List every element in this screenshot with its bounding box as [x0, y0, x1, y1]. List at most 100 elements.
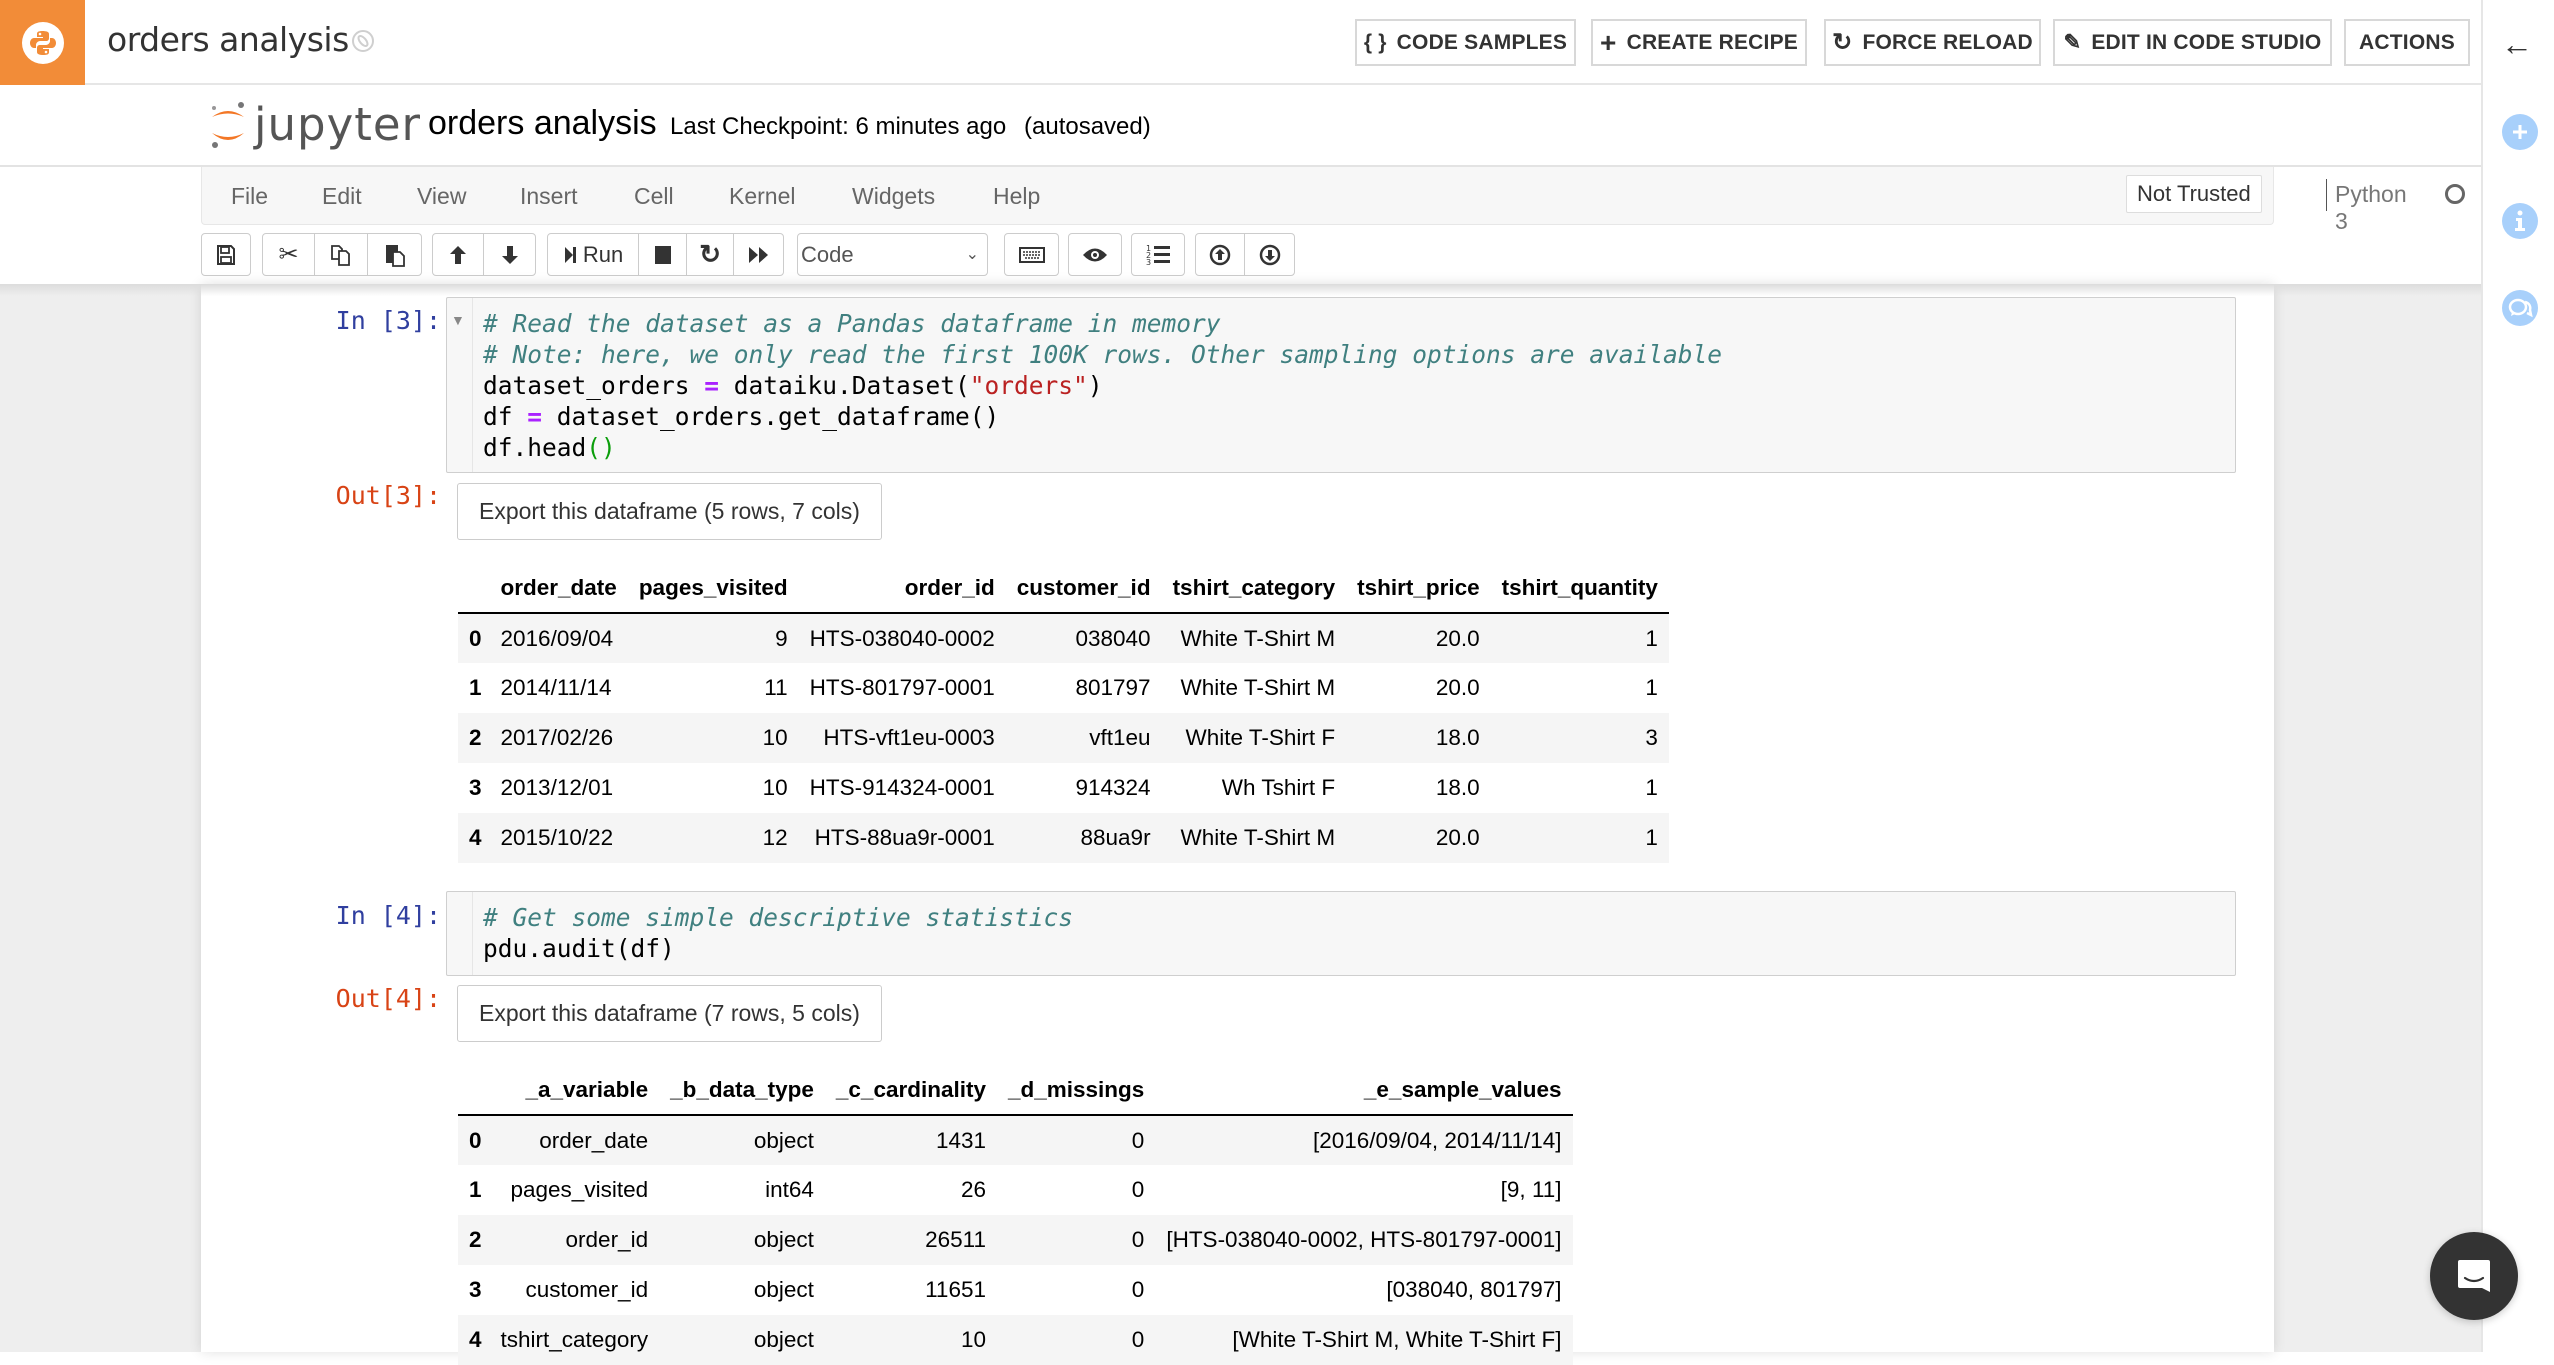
jupyter-logo-icon — [212, 102, 244, 148]
code-samples-button[interactable]: { } CODE SAMPLES — [1355, 19, 1576, 66]
plus-icon: + — [1600, 26, 1617, 58]
table-cell: 0 — [1131, 1327, 1145, 1352]
copy-icon[interactable] — [315, 234, 368, 275]
chat-widget-button[interactable] — [2430, 1232, 2518, 1320]
paste-icon[interactable] — [368, 234, 421, 275]
table-cell: [9, 11] — [1500, 1177, 1562, 1202]
table-cell: 1 — [1645, 625, 1658, 651]
table-cell: 26 — [960, 1177, 986, 1202]
in-prompt: In [3]: — [335, 306, 441, 335]
code-editor[interactable]: # Read the dataset as a Pandas dataframe… — [483, 308, 1722, 463]
table-row: 3 customer_id object 11651 0 [038040, 801797] — [458, 1265, 1573, 1315]
table-cell: [HTS-038040-0002, HTS-801797-0001] — [1166, 1227, 1562, 1252]
export-dataframe-button[interactable]: Export this dataframe (5 rows, 7 cols) — [457, 483, 882, 540]
collapse-triangle-icon[interactable]: ▼ — [451, 312, 465, 328]
dataframe-table: order_date pages_visited order_id customer_… — [458, 563, 1669, 863]
column-header: tshirt_category — [1161, 563, 1347, 614]
collapse-gutter[interactable]: ▼ — [447, 298, 473, 472]
menu-file[interactable]: File — [231, 183, 268, 210]
code-editor[interactable]: # Get some simple descriptive statistics… — [483, 902, 1073, 964]
out-prompt: Out[4]: — [335, 984, 441, 1013]
python-notebook-logo[interactable] — [0, 0, 85, 85]
table-cell: customer_id — [525, 1277, 649, 1302]
back-arrow-icon[interactable]: ← — [2501, 26, 2533, 63]
keyboard-icon[interactable] — [1005, 234, 1058, 275]
column-header — [458, 1065, 490, 1116]
code-line: pdu.audit(df) — [483, 933, 1073, 964]
notebook-name[interactable]: orders analysis — [428, 104, 657, 143]
code-line: # Get some simple descriptive statistics — [483, 902, 1073, 933]
button-label: EDIT IN CODE STUDIO — [2091, 30, 2322, 54]
move-down-icon[interactable] — [484, 234, 535, 275]
menu-view[interactable]: View — [417, 183, 466, 210]
table-cell: 26511 — [925, 1227, 986, 1252]
table-row: 0 order_date object 1431 0 [2016/09/04, 2014/… — [458, 1115, 1573, 1165]
table-cell: order_id — [565, 1227, 649, 1252]
menu-kernel[interactable]: Kernel — [729, 183, 795, 210]
compass-icon[interactable] — [349, 27, 377, 55]
pencil-icon: ✎ — [2063, 31, 2082, 54]
fast-forward-icon[interactable] — [734, 234, 783, 275]
notebook-title[interactable]: orders analysis — [107, 20, 349, 59]
table-cell: 11 — [764, 675, 788, 700]
kernel-name[interactable]: Python 3 — [2335, 181, 2407, 235]
code-token: ) — [1087, 371, 1103, 400]
table-row: 3 2013/12/01 10 HTS-914324-0001 914324 Wh Tsh… — [458, 763, 1669, 813]
row-index: 2 — [469, 725, 482, 750]
table-cell: object — [753, 1127, 814, 1153]
svg-text:3: 3 — [1146, 258, 1151, 267]
code-cell-input[interactable]: # Get some simple descriptive statistics… — [446, 891, 2236, 976]
cell-type-select[interactable]: Code ⌄ — [797, 233, 988, 276]
edit-in-code-studio-button[interactable]: ✎ EDIT IN CODE STUDIO — [2053, 19, 2332, 66]
menu-cell[interactable]: Cell — [634, 183, 674, 210]
plus-icon[interactable] — [2502, 114, 2538, 150]
code-token: () — [586, 433, 616, 462]
move-up-icon[interactable] — [433, 234, 485, 275]
column-header: pages_visited — [627, 563, 799, 614]
stop-icon[interactable] — [639, 234, 687, 275]
arrow-circle-down-icon[interactable] — [1245, 234, 1294, 275]
code-cell-input[interactable]: ▼ # Read the dataset as a Pandas datafra… — [446, 297, 2236, 473]
restart-icon[interactable]: ↻ — [687, 234, 735, 275]
menu-insert[interactable]: Insert — [520, 183, 578, 210]
row-index: 1 — [469, 1177, 482, 1202]
arrow-circle-up-icon[interactable] — [1196, 234, 1246, 275]
save-icon[interactable] — [202, 234, 250, 275]
eye-icon[interactable] — [1069, 234, 1121, 275]
row-index: 0 — [469, 1127, 482, 1153]
table-cell: 0 — [1131, 1277, 1145, 1302]
table-cell: 3 — [1645, 725, 1658, 750]
table-cell: 1431 — [935, 1127, 986, 1153]
row-index: 3 — [469, 775, 482, 800]
actions-button[interactable]: ACTIONS — [2344, 19, 2470, 66]
force-reload-button[interactable]: ↻ FORCE RELOAD — [1824, 19, 2041, 66]
not-trusted-button[interactable]: Not Trusted — [2126, 175, 2262, 213]
table-cell: order_date — [539, 1127, 649, 1153]
table-cell: White T-Shirt M — [1180, 825, 1336, 850]
table-cell: Wh Tshirt F — [1221, 775, 1336, 800]
column-header: _b_data_type — [659, 1065, 825, 1116]
jupyter-logo-text: jupyter — [254, 97, 422, 151]
table-cell: HTS-vft1eu-0003 — [823, 725, 995, 750]
python-logo-icon — [21, 21, 64, 64]
cut-icon[interactable]: ✂ — [263, 234, 315, 275]
header-shadow — [0, 284, 2481, 296]
export-dataframe-button[interactable]: Export this dataframe (7 rows, 5 cols) — [457, 985, 882, 1042]
chat-icon — [2458, 1260, 2490, 1292]
row-index: 4 — [469, 1327, 482, 1352]
table-cell: pages_visited — [510, 1177, 649, 1202]
run-button[interactable]: Run — [548, 234, 640, 275]
numbered-list-icon[interactable]: 123 — [1132, 234, 1184, 275]
create-recipe-button[interactable]: + CREATE RECIPE — [1591, 19, 1807, 66]
menu-widgets[interactable]: Widgets — [852, 183, 935, 210]
menu-edit[interactable]: Edit — [322, 183, 362, 210]
collapse-gutter[interactable] — [447, 892, 473, 975]
info-icon[interactable] — [2502, 203, 2538, 239]
code-token: "orders" — [969, 371, 1088, 400]
jupyter-logo[interactable]: jupyter — [208, 97, 421, 151]
table-cell: 038040 — [1075, 625, 1151, 651]
menu-help[interactable]: Help — [993, 183, 1040, 210]
table-cell: 20.0 — [1435, 625, 1480, 651]
table-cell: 2015/10/22 — [500, 825, 614, 850]
discussions-icon[interactable] — [2502, 290, 2538, 326]
